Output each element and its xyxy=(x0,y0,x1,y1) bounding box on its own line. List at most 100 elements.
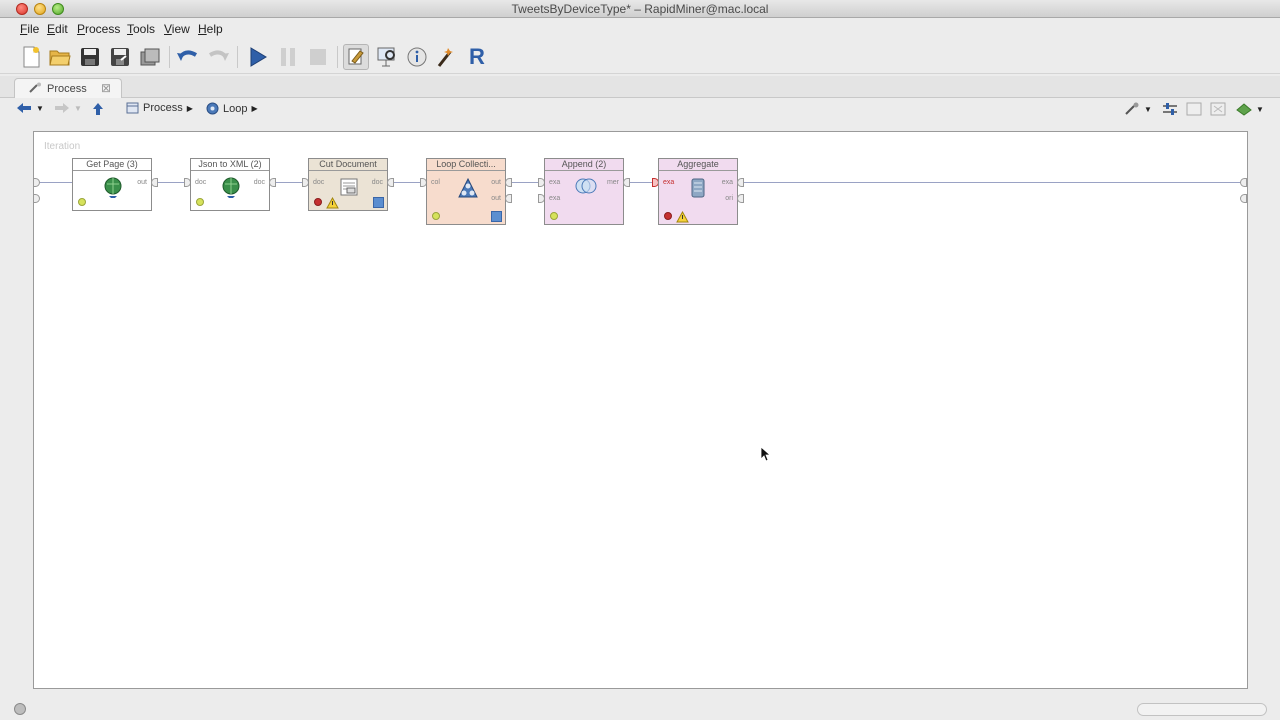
menu-tools[interactable]: Tools xyxy=(127,22,155,36)
breadcrumb-loop-label: Loop xyxy=(223,102,248,115)
operator-get-page[interactable]: Get Page (3) out xyxy=(72,158,152,211)
layer-dropdown-icon[interactable]: ▼ xyxy=(1256,105,1264,114)
output-port-label: out xyxy=(491,179,501,186)
design-perspective-icon[interactable] xyxy=(343,44,369,70)
status-error-icon xyxy=(664,212,672,220)
export-icon[interactable] xyxy=(137,44,163,70)
zoom-reset-icon[interactable] xyxy=(1210,102,1226,116)
auto-wire-dropdown-icon[interactable]: ▼ xyxy=(1144,105,1152,114)
subprocess-icon[interactable] xyxy=(491,211,502,222)
status-ok-icon xyxy=(432,212,440,220)
menu-process[interactable]: Process xyxy=(77,22,120,36)
save-icon[interactable] xyxy=(77,44,103,70)
undo-icon[interactable] xyxy=(175,44,201,70)
output-port-label: out xyxy=(137,179,147,186)
status-ok-icon xyxy=(78,198,86,206)
operator-title: Get Page (3) xyxy=(73,159,151,171)
forward-icon[interactable]: ▼ xyxy=(54,102,82,114)
menu-edit[interactable]: Edit xyxy=(47,22,68,36)
aggregate-icon xyxy=(689,177,707,204)
toolbar-separator xyxy=(169,46,170,68)
back-dropdown-icon[interactable]: ▼ xyxy=(36,104,44,113)
mouse-cursor-icon xyxy=(760,446,772,467)
run-icon[interactable] xyxy=(245,44,271,70)
breadcrumb-separator-icon[interactable]: ▶ xyxy=(251,104,257,113)
operator-append[interactable]: Append (2) exa exa mer xyxy=(544,158,624,225)
input-port-label: exa xyxy=(549,195,561,202)
operator-title: Append (2) xyxy=(545,159,623,171)
r-icon[interactable]: R xyxy=(464,44,490,70)
breadcrumb-process[interactable]: Process ▶ xyxy=(126,102,193,114)
breadcrumb-process-label: Process xyxy=(143,102,183,114)
operator-aggregate[interactable]: Aggregate exa exa ori xyxy=(658,158,738,225)
process-input-port[interactable] xyxy=(33,194,40,203)
wizard-icon[interactable] xyxy=(434,44,460,70)
menu-view[interactable]: View xyxy=(164,22,190,36)
operator-output-port[interactable] xyxy=(505,178,512,187)
operator-cut-document[interactable]: Cut Document doc doc xyxy=(308,158,388,211)
input-port-label: col xyxy=(431,179,440,186)
output-port-label: ori xyxy=(725,195,733,202)
operator-output-port[interactable] xyxy=(269,178,276,187)
status-indicator-icon xyxy=(14,703,26,715)
operator-output-port[interactable] xyxy=(737,194,744,203)
results-perspective-icon[interactable] xyxy=(374,44,400,70)
fit-view-icon[interactable] xyxy=(1186,102,1202,116)
connection-line[interactable] xyxy=(738,182,1246,183)
process-output-port[interactable] xyxy=(1240,194,1247,203)
subprocess-icon[interactable] xyxy=(373,197,384,208)
process-navigation-bar: ▼ ▼ Process ▶ Loop ▶ ▼ ▼ xyxy=(0,99,1280,121)
operator-title: Loop Collecti... xyxy=(427,159,505,171)
operator-output-port[interactable] xyxy=(387,178,394,187)
forward-dropdown-icon[interactable]: ▼ xyxy=(74,104,82,113)
save-as-icon[interactable] xyxy=(107,44,133,70)
operator-output-port[interactable] xyxy=(151,178,158,187)
arrange-icon[interactable] xyxy=(1162,102,1178,116)
operator-json-to-xml[interactable]: Json to XML (2) doc doc xyxy=(190,158,270,211)
tab-process[interactable]: Process ⊠ xyxy=(14,78,122,98)
up-icon[interactable] xyxy=(92,102,104,116)
layer-icon[interactable]: ▼ xyxy=(1236,102,1264,116)
process-input-port[interactable] xyxy=(33,178,40,187)
status-ok-icon xyxy=(196,198,204,206)
process-output-port[interactable] xyxy=(1240,178,1247,187)
canvas-label: Iteration xyxy=(44,141,81,152)
menu-help[interactable]: Help xyxy=(198,22,223,36)
status-error-icon xyxy=(314,198,322,206)
process-tab-icon xyxy=(29,82,43,97)
pause-icon[interactable] xyxy=(275,44,301,70)
title-bar: TweetsByDeviceType* – RapidMiner@mac.loc… xyxy=(0,0,1280,18)
input-port-label: exa xyxy=(549,179,561,186)
status-bar xyxy=(0,700,1280,720)
breadcrumb-loop[interactable]: Loop ▶ xyxy=(206,102,258,115)
operator-output-port[interactable] xyxy=(623,178,630,187)
auto-wire-icon[interactable]: ▼ xyxy=(1124,102,1152,116)
output-port-label: out xyxy=(491,195,501,202)
globe-icon xyxy=(221,177,241,204)
main-toolbar: R xyxy=(0,40,1280,74)
open-folder-icon[interactable] xyxy=(47,44,73,70)
collection-icon xyxy=(457,177,479,204)
toolbar-separator xyxy=(337,46,338,68)
new-file-icon[interactable] xyxy=(18,44,44,70)
operator-title: Json to XML (2) xyxy=(191,159,269,171)
input-port-label: exa xyxy=(663,179,675,186)
close-tab-icon[interactable]: ⊠ xyxy=(101,81,111,95)
breadcrumb-separator-icon[interactable]: ▶ xyxy=(187,104,193,113)
redo-icon[interactable] xyxy=(205,44,231,70)
loop-node-icon xyxy=(206,102,219,115)
operator-loop-collection[interactable]: Loop Collecti... col out out xyxy=(426,158,506,225)
stop-icon[interactable] xyxy=(305,44,331,70)
back-icon[interactable]: ▼ xyxy=(16,102,44,114)
operator-output-port[interactable] xyxy=(505,194,512,203)
menu-file[interactable]: File xyxy=(20,22,39,36)
operator-title: Cut Document xyxy=(309,159,387,171)
info-icon[interactable] xyxy=(404,44,430,70)
operator-title: Aggregate xyxy=(659,159,737,171)
output-port-label: doc xyxy=(253,179,265,186)
merge-icon xyxy=(575,177,597,200)
window-title: TweetsByDeviceType* – RapidMiner@mac.loc… xyxy=(511,2,769,16)
operator-output-port[interactable] xyxy=(737,178,744,187)
process-canvas[interactable]: Iteration Get Page (3) out Json to XML (… xyxy=(33,131,1248,689)
input-port-label: doc xyxy=(313,179,325,186)
